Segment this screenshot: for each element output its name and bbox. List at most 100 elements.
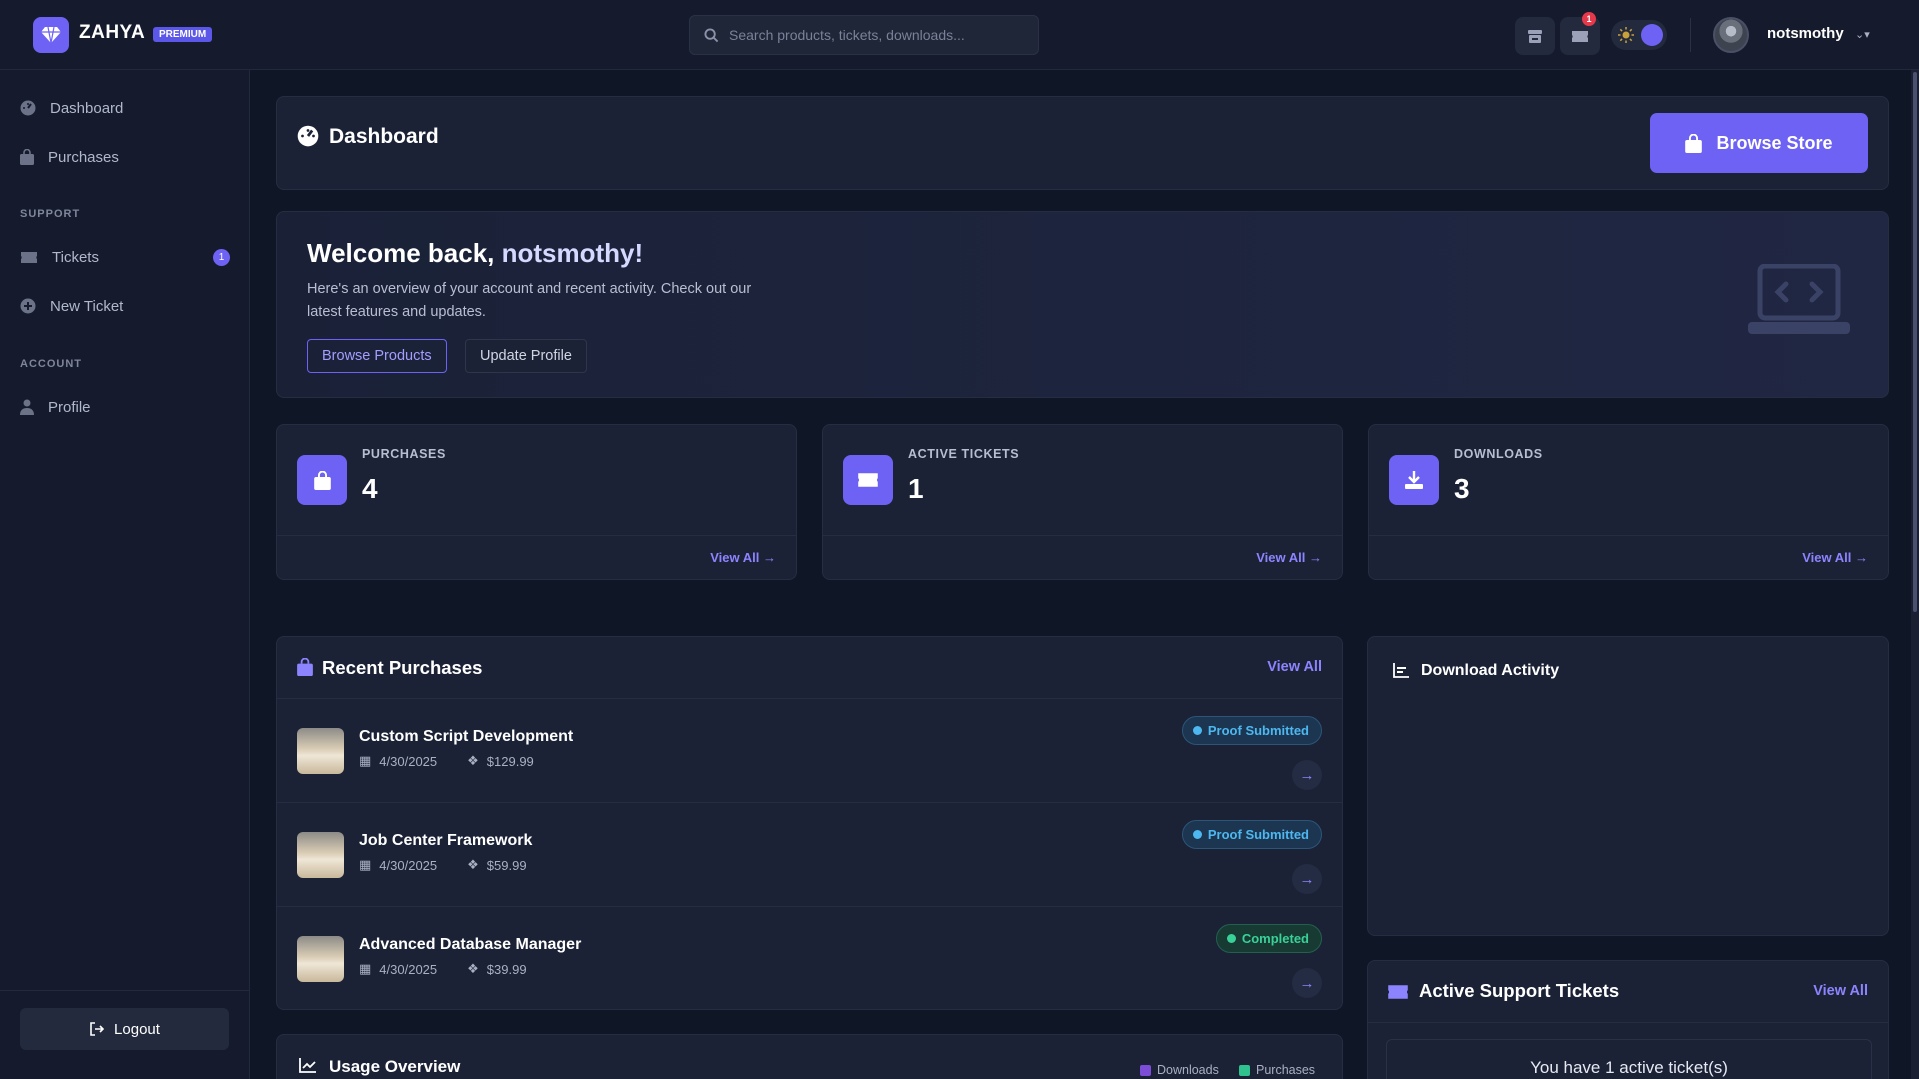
search-input[interactable] xyxy=(729,27,1019,43)
open-purchase-button[interactable]: → xyxy=(1292,760,1322,790)
page-scrollbar[interactable] xyxy=(1911,70,1919,1079)
plus-circle-icon xyxy=(20,298,36,314)
stat-label: PURCHASES xyxy=(362,447,446,461)
welcome-card: Welcome back, notsmothy! Here's an overv… xyxy=(276,211,1889,398)
sidebar-item-label: Tickets xyxy=(52,248,99,266)
open-purchase-button[interactable]: → xyxy=(1292,864,1322,894)
recent-purchases-card: Recent Purchases View All Custom Script … xyxy=(276,636,1343,1010)
sidebar-divider xyxy=(0,990,250,991)
ticket-icon xyxy=(21,251,37,263)
notification-badge: 1 xyxy=(1582,12,1596,26)
purchase-date: 4/30/2025 xyxy=(379,961,438,977)
view-all-tickets-link[interactable]: View All → xyxy=(1256,550,1322,565)
product-meta: ▦ 4/30/2025 ❖ $39.99 xyxy=(359,961,527,977)
arrow-right-icon: → xyxy=(1855,550,1868,565)
stat-divider xyxy=(277,535,796,536)
arrow-right-icon: → xyxy=(1299,870,1315,888)
calendar-icon: ▦ xyxy=(359,961,372,976)
stat-icon-box xyxy=(843,455,893,505)
recent-purchases-title: Recent Purchases xyxy=(322,657,483,678)
list-item[interactable]: Advanced Database Manager ▦ 4/30/2025 ❖ $3… xyxy=(277,907,1342,1011)
toggle-knob xyxy=(1641,24,1663,46)
update-profile-button[interactable]: Update Profile xyxy=(465,339,587,373)
calendar-icon: ▦ xyxy=(359,857,372,872)
active-tickets-message: You have 1 active ticket(s) xyxy=(1386,1039,1872,1079)
arrow-right-icon: → xyxy=(763,550,776,565)
sidebar-item-label: New Ticket xyxy=(50,297,124,315)
support-tickets-title: Active Support Tickets xyxy=(1419,980,1620,1001)
stat-value: 1 xyxy=(908,473,924,504)
premium-badge: PREMIUM xyxy=(153,27,213,42)
theme-toggle[interactable] xyxy=(1611,20,1667,50)
logout-label: Logout xyxy=(114,1020,160,1038)
arrow-right-icon: → xyxy=(1299,974,1315,992)
usage-overview-card: Usage Overview Downloads Purchases xyxy=(276,1034,1343,1079)
sidebar-item-purchases[interactable]: Purchases xyxy=(20,142,235,172)
browse-store-button[interactable]: Browse Store xyxy=(1650,113,1868,173)
product-name: Job Center Framework xyxy=(359,832,533,849)
sidebar-item-dashboard[interactable]: Dashboard xyxy=(20,93,235,123)
open-purchase-button[interactable]: → xyxy=(1292,968,1322,998)
scrollbar-thumb[interactable] xyxy=(1913,72,1917,612)
calendar-icon: ▦ xyxy=(359,753,372,768)
product-thumbnail xyxy=(297,936,344,982)
legend-item-purchases: Purchases xyxy=(1239,1063,1315,1077)
tickets-button[interactable]: 1 xyxy=(1560,12,1600,55)
status-badge: Proof Submitted xyxy=(1181,716,1322,745)
arrow-right-icon: → xyxy=(1309,550,1322,565)
product-thumbnail xyxy=(297,832,344,878)
stat-divider xyxy=(1369,535,1888,536)
stat-label: ACTIVE TICKETS xyxy=(908,447,1020,461)
status-label: Completed xyxy=(1241,931,1309,946)
sidebar-item-label: Dashboard xyxy=(50,99,124,117)
browse-products-button[interactable]: Browse Products xyxy=(307,339,447,373)
view-all-purchases-link[interactable]: View All → xyxy=(710,550,776,565)
status-badge: Completed xyxy=(1215,924,1322,953)
username[interactable]: notsmothy xyxy=(1767,25,1844,42)
top-bar: ZAHYA PREMIUM 1 notsmothy ⌄▾ xyxy=(0,0,1919,70)
chevron-down-icon[interactable]: ⌄▾ xyxy=(1855,28,1870,41)
recent-purchases-header: Recent Purchases View All xyxy=(277,637,1342,699)
sidebar-item-tickets[interactable]: Tickets 1 xyxy=(20,242,235,272)
download-activity-title: Download Activity xyxy=(1421,662,1560,679)
stat-value: 3 xyxy=(1454,473,1470,504)
legend-label: Purchases xyxy=(1256,1063,1316,1077)
view-all-label: View All xyxy=(710,550,760,565)
stat-divider xyxy=(823,535,1342,536)
support-tickets-header: Active Support Tickets View All xyxy=(1368,961,1888,1023)
search-bar xyxy=(689,15,1039,55)
sidebar-item-label: Profile xyxy=(48,398,91,416)
tickets-badge: 1 xyxy=(213,249,230,266)
bag-icon xyxy=(1685,133,1703,153)
stat-card-active-tickets: ACTIVE TICKETS 1 View All → xyxy=(822,424,1343,580)
diamond-icon xyxy=(41,26,61,44)
view-all-downloads-link[interactable]: View All → xyxy=(1802,550,1868,565)
status-label: Proof Submitted xyxy=(1207,723,1309,738)
list-item[interactable]: Custom Script Development ▦ 4/30/2025 ❖ $1… xyxy=(277,699,1342,803)
header-divider xyxy=(1690,18,1691,52)
logo[interactable] xyxy=(33,17,69,53)
line-chart-icon xyxy=(299,1058,316,1073)
purchase-price: $59.99 xyxy=(486,857,527,873)
sidebar-item-profile[interactable]: Profile xyxy=(20,392,235,422)
store-button[interactable] xyxy=(1515,17,1555,55)
purchase-date: 4/30/2025 xyxy=(379,753,438,769)
sidebar-item-new-ticket[interactable]: New Ticket xyxy=(20,291,235,321)
logout-button[interactable]: Logout xyxy=(20,1008,229,1050)
stat-card-purchases: PURCHASES 4 View All → xyxy=(276,424,797,580)
sidebar: Dashboard Purchases SUPPORT Tickets 1 Ne… xyxy=(0,70,250,1079)
sidebar-section-account: ACCOUNT xyxy=(20,358,82,370)
dashboard-icon xyxy=(297,125,319,147)
stat-label: DOWNLOADS xyxy=(1454,447,1543,461)
page-header: Dashboard Browse Store xyxy=(276,96,1889,190)
brand-name: ZAHYA xyxy=(79,22,146,43)
list-item[interactable]: Job Center Framework ▦ 4/30/2025 ❖ $59.99 … xyxy=(277,803,1342,907)
logout-icon xyxy=(90,1022,105,1036)
sidebar-section-support: SUPPORT xyxy=(20,208,81,220)
view-all-link[interactable]: View All xyxy=(1813,983,1868,999)
ticket-icon xyxy=(1388,985,1408,999)
view-all-label: View All xyxy=(1802,550,1852,565)
avatar[interactable] xyxy=(1713,17,1749,53)
store-icon xyxy=(1528,29,1542,43)
view-all-link[interactable]: View All xyxy=(1267,659,1322,675)
